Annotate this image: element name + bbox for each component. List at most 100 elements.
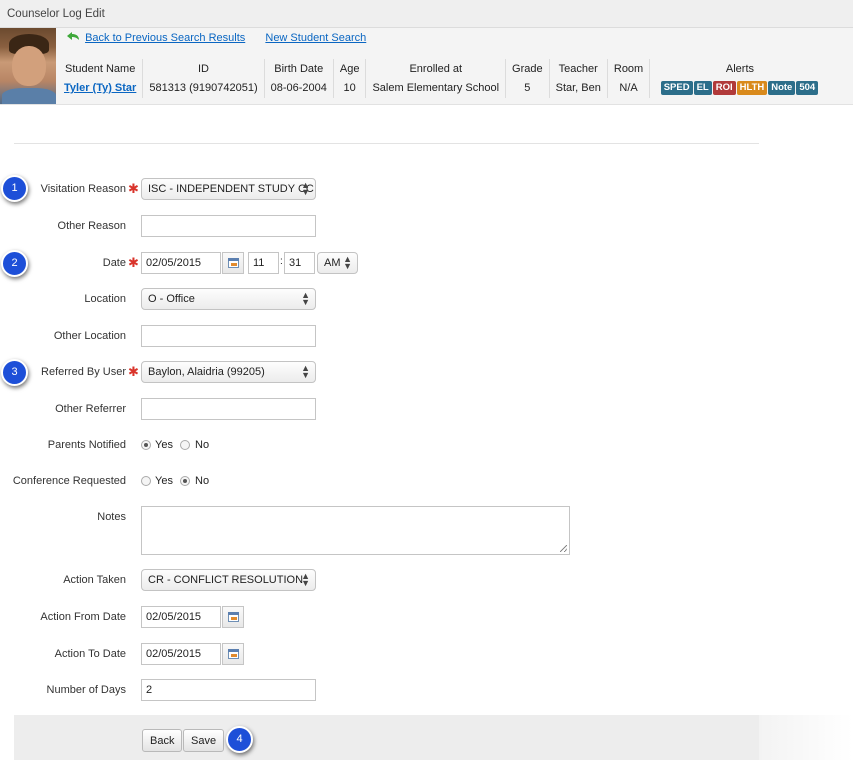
alert-badge-el[interactable]: EL [693,81,712,95]
header-alerts: Alerts [725,62,755,75]
header-enrolled-at: Enrolled at [365,59,507,78]
other-location-label: Other Location [53,330,126,342]
callout-marker: 4 [226,726,253,753]
action-to-date-row: Action To Date 02/05/2015 [0,643,853,667]
number-of-days-row: Number of Days 2 [0,679,853,703]
parents-notified-no-label[interactable]: No [195,439,209,451]
student-school: Salem Elementary School [365,78,507,98]
back-to-search-results-link[interactable]: Back to Previous Search Results [85,32,245,44]
save-button[interactable]: Save [183,729,225,752]
header-teacher: Teacher [549,59,608,78]
student-teacher: Star, Ben [549,78,608,98]
header-student-name: Student Name [58,59,144,78]
new-student-search-link[interactable]: New Student Search [265,32,366,44]
conference-requested-yes-label[interactable]: Yes [155,475,173,487]
visitation-reason-row: Visitation Reason ✱ ISC - INDEPENDENT ST… [0,178,853,202]
resize-grip-icon[interactable] [560,545,567,552]
date-label: Date [102,257,126,269]
ampm-select[interactable]: AM ▲ ▼ [317,252,358,274]
referred-by-select[interactable]: Baylon, Alaidria (99205) ▲ ▼ [141,361,316,383]
calendar-icon[interactable] [222,252,244,274]
page-title-bar: Counselor Log Edit [0,0,853,28]
required-asterisk-icon: ✱ [128,181,139,196]
conference-requested-label: Conference Requested [12,475,126,487]
action-taken-select[interactable]: CR - CONFLICT RESOLUTION ▲ ▼ [141,569,316,591]
select-arrow-icon: ▲ ▼ [301,363,310,380]
alerts-cell: SPED EL ROI HLTH Note 504 [650,78,830,98]
conference-requested-no-radio[interactable] [180,476,190,486]
section-divider [14,143,759,144]
minute-input[interactable]: 31 [284,252,315,274]
alert-badge-sped[interactable]: SPED [660,81,693,95]
other-referrer-input[interactable] [141,398,316,420]
other-location-input[interactable] [141,325,316,347]
conference-requested-yes-radio[interactable] [141,476,151,486]
calendar-icon[interactable] [222,606,244,628]
action-taken-label: Action Taken [63,574,126,586]
other-reason-input[interactable] [141,215,316,237]
other-reason-row: Other Reason [0,215,853,239]
alert-badge-note[interactable]: Note [768,81,796,95]
action-to-date-input[interactable]: 02/05/2015 [141,643,221,665]
action-to-date-label: Action To Date [54,648,126,660]
select-arrow-icon: ▲ ▼ [343,254,352,271]
location-select[interactable]: O - Office ▲ ▼ [141,288,316,310]
select-arrow-icon: ▲ ▼ [301,571,310,588]
calendar-icon[interactable] [222,643,244,665]
back-button[interactable]: Back [142,729,183,752]
number-of-days-label: Number of Days [46,684,126,696]
student-summary-table: Student Name ID Birth Date Age Enrolled … [58,59,830,98]
header-age: Age [333,59,367,78]
callout-marker: 2 [1,250,28,277]
notes-label: Notes [97,511,126,523]
student-age: 10 [333,78,367,98]
conference-requested-no-label[interactable]: No [195,475,209,487]
student-grade: 5 [505,78,550,98]
other-referrer-label: Other Referrer [55,403,126,415]
parents-notified-row: Parents Notified Yes No [0,434,853,458]
parents-notified-yes-radio[interactable] [141,440,151,450]
conference-requested-row: Conference Requested Yes No [0,470,853,494]
callout-marker: 3 [1,359,28,386]
action-from-date-label: Action From Date [40,611,126,623]
footer-fade [759,715,853,760]
parents-notified-yes-label[interactable]: Yes [155,439,173,451]
other-location-row: Other Location [0,325,853,349]
action-from-date-input[interactable]: 02/05/2015 [141,606,221,628]
nav-links: Back to Previous Search Results New Stud… [67,32,366,48]
visitation-reason-select[interactable]: ISC - INDEPENDENT STUDY CC ▲ ▼ [141,178,316,200]
visitation-reason-label: Visitation Reason [40,183,126,195]
referred-by-row: Referred By User ✱ Baylon, Alaidria (992… [0,361,853,385]
header-room: Room [607,59,651,78]
location-label: Location [84,293,126,305]
time-colon: : [280,256,283,267]
number-of-days-input[interactable]: 2 [141,679,316,701]
required-asterisk-icon: ✱ [128,255,139,270]
callout-marker: 1 [1,175,28,202]
action-taken-row: Action Taken CR - CONFLICT RESOLUTION ▲ ▼ [0,569,853,593]
other-reason-label: Other Reason [57,220,126,232]
form-footer [14,715,759,760]
location-row: Location O - Office ▲ ▼ [0,288,853,312]
notes-row: Notes [0,506,853,556]
alert-badge-hlth[interactable]: HLTH [736,81,768,95]
back-arrow-icon [67,32,79,40]
referred-by-label: Referred By User [41,366,126,378]
header-id: ID [142,59,265,78]
select-arrow-icon: ▲ ▼ [301,180,310,197]
student-name-link[interactable]: Tyler (Ty) Star [64,82,136,94]
student-id: 581313 (9190742051) [142,78,265,98]
alert-badge-roi[interactable]: ROI [712,81,736,95]
date-input[interactable]: 02/05/2015 [141,252,221,274]
alert-badge-504[interactable]: 504 [796,81,819,95]
notes-textarea[interactable] [141,506,570,555]
header-birth-date: Birth Date [264,59,334,78]
hour-input[interactable]: 11 [248,252,279,274]
date-row: Date ✱ 02/05/2015 11 : 31 AM ▲ ▼ [0,252,853,276]
select-arrow-icon: ▲ ▼ [301,290,310,307]
page-title: Counselor Log Edit [7,8,105,20]
parents-notified-no-radio[interactable] [180,440,190,450]
student-room: N/A [607,78,651,98]
action-from-date-row: Action From Date 02/05/2015 [0,606,853,630]
required-asterisk-icon: ✱ [128,364,139,379]
